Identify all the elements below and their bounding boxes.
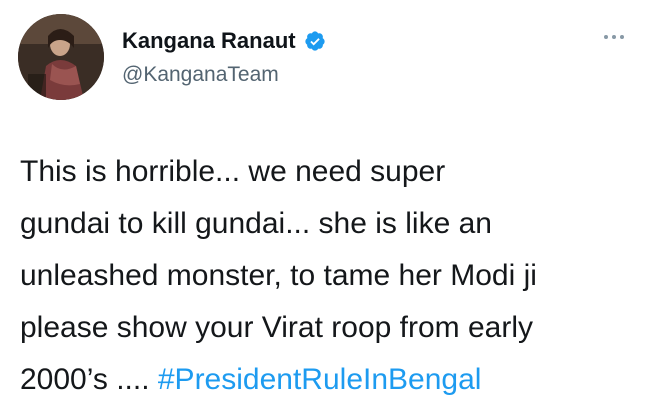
tweet-text-line: 2000’s .... [20, 363, 158, 396]
more-options-icon[interactable] [604, 30, 628, 44]
author-name-row[interactable]: Kangana Ranaut [122, 28, 326, 54]
author-handle[interactable]: @KanganaTeam [122, 63, 279, 87]
more-dot [620, 35, 624, 39]
avatar[interactable] [18, 14, 104, 100]
avatar-image [18, 14, 104, 100]
hashtag-link[interactable]: #PresidentRuleInBengal [158, 363, 482, 396]
author-display-name[interactable]: Kangana Ranaut [122, 28, 296, 54]
more-dot [604, 35, 608, 39]
tweet-card: Kangana Ranaut @KanganaTeam This is horr… [0, 0, 650, 416]
tweet-text-line: This is horrible... we need super [20, 155, 446, 188]
tweet-text-line: please show your Virat roop from early [20, 311, 534, 344]
tweet-text-line: unleashed monster, to tame her Modi ji [20, 259, 537, 292]
verified-badge-icon [304, 31, 325, 51]
tweet-text-last-line: 2000’s .... #PresidentRuleInBengal [20, 354, 640, 406]
tweet-text: This is horrible... we need super gundai… [20, 146, 640, 406]
tweet-text-line: gundai to kill gundai... she is like an [20, 207, 492, 240]
more-dot [612, 35, 616, 39]
